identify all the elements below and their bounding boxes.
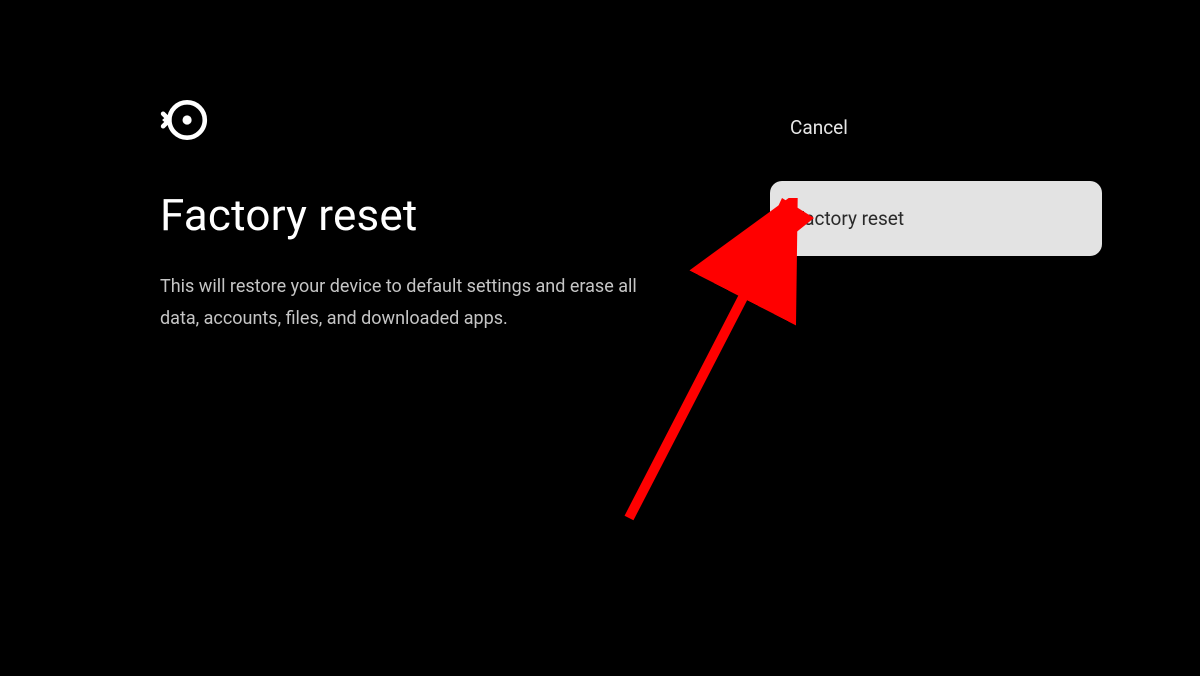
content-panel: Factory reset This will restore your dev… [160,95,760,336]
factory-reset-button[interactable]: Factory reset [770,181,1102,256]
actions-panel: Cancel Factory reset [770,102,1102,256]
page-description: This will restore your device to default… [160,271,650,336]
cancel-button[interactable]: Cancel [770,102,1102,153]
page-title: Factory reset [160,189,760,241]
restore-icon [160,95,760,149]
